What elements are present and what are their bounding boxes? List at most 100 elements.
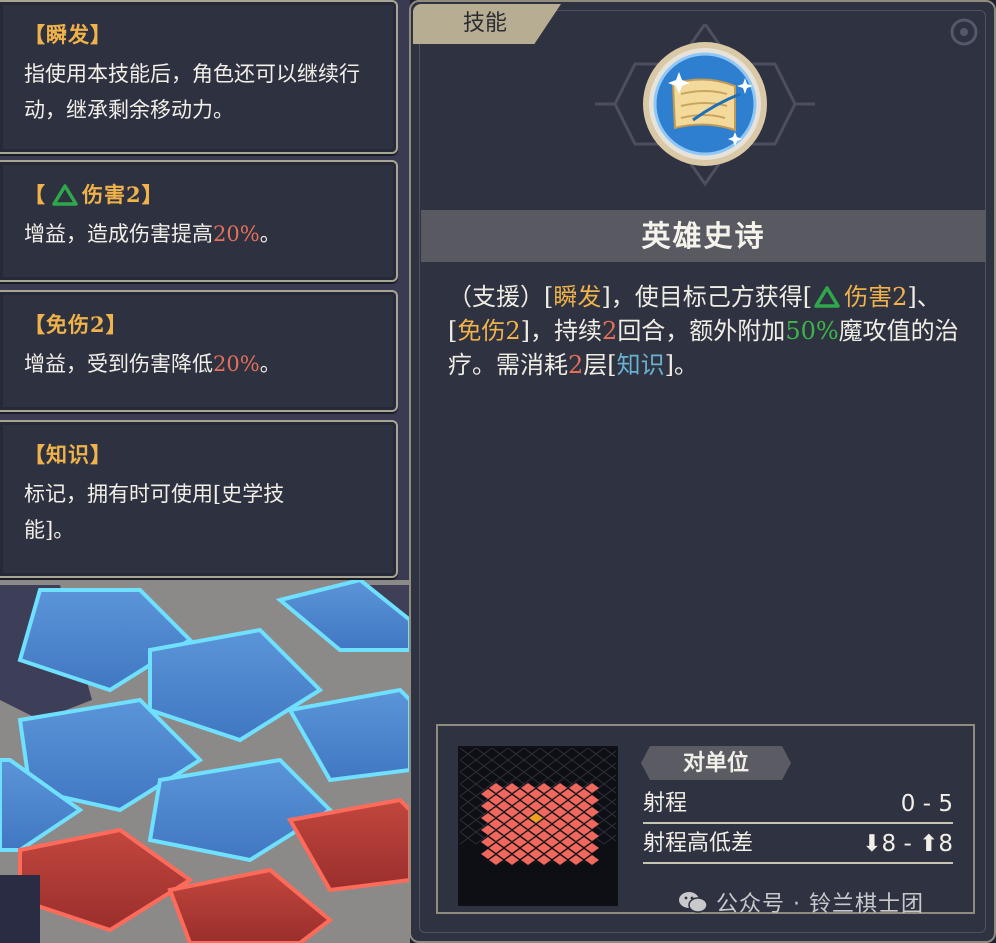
grid-cell: [491, 741, 509, 755]
grid-cell: [571, 753, 589, 767]
grid-cell: [531, 759, 549, 773]
height-diff-label: 射程高低差: [643, 831, 754, 856]
grid-cell: [483, 747, 501, 761]
grid-cell: [451, 771, 469, 785]
grid-cell: [555, 741, 573, 755]
grid-cell: [483, 771, 501, 785]
grid-cell: [587, 753, 605, 767]
tooltip-title: 【免伤2】: [24, 312, 128, 337]
grid-cell: [459, 765, 477, 779]
grid-cell: [531, 771, 549, 785]
grid-cell: [451, 795, 469, 809]
grid-cell: [459, 801, 477, 815]
range-row: 射程 0 - 5: [643, 786, 953, 824]
grid-cell: [467, 747, 485, 761]
tooltip-damage: 【 伤害2】 增益，造成伤害提高20%。: [0, 160, 398, 282]
range-grid: [435, 741, 637, 906]
grid-cell: [595, 783, 613, 797]
tooltip-body: 增益，造成伤害提高20%。: [24, 222, 281, 246]
grid-cell: [459, 789, 477, 803]
grid-cell: [579, 747, 597, 761]
grid-cell: [499, 747, 517, 761]
height-diff-row: 射程高低差 ⬇8 - ⬆8: [643, 826, 953, 864]
tooltip-title: 【知识】: [24, 442, 112, 467]
grid-cell: [475, 765, 493, 779]
green-triangle-icon: [814, 286, 840, 308]
grid-cell: [547, 771, 565, 785]
grid-cell: [451, 819, 469, 833]
grid-cell: [459, 813, 477, 827]
tooltip-body: 标记，拥有时可使用[史学技能]。: [24, 482, 285, 542]
grid-cell: [459, 777, 477, 791]
grid-cell: [579, 771, 597, 785]
range-value: 0 - 5: [900, 791, 953, 817]
grid-cell: [595, 795, 613, 809]
grid-cell: [531, 747, 549, 761]
grid-cell: [467, 759, 485, 773]
grid-cell: [491, 765, 509, 779]
grid-cell: [467, 771, 485, 785]
grid-cell: [507, 741, 525, 755]
grid-cell: [595, 819, 613, 833]
grid-cell: [539, 765, 557, 779]
grid-cell: [563, 747, 581, 761]
tooltip-title: 【瞬发】: [24, 22, 112, 47]
keyword-knowledge[interactable]: 知识: [617, 351, 665, 379]
grid-cell: [499, 759, 517, 773]
watermark-text: 公众号 · 铃兰棋士团: [716, 892, 924, 917]
grid-cell: [507, 765, 525, 779]
grid-cell: [483, 759, 501, 773]
grid-cell: [555, 765, 573, 779]
target-type: 对单位: [641, 746, 791, 780]
heal-percent: 50%: [785, 317, 839, 345]
grid-cell: [571, 765, 589, 779]
skill-panel: 技能 英雄史诗 （支援）[瞬发]，使目标己方获得[伤害2]、[免伤2]，持续2回…: [409, 0, 996, 943]
grid-cell: [563, 759, 581, 773]
scroll-icon: [595, 24, 815, 187]
grid-cell: [587, 765, 605, 779]
grid-cell: [539, 741, 557, 755]
skill-name: 英雄史诗: [421, 210, 986, 262]
grid-cell: [507, 753, 525, 767]
grid-cell: [595, 807, 613, 821]
grid-cell: [587, 741, 605, 755]
range-grid-svg: [435, 741, 637, 865]
grid-cell: [475, 741, 493, 755]
cost-value: 2: [568, 351, 584, 379]
grid-cell: [459, 825, 477, 839]
grid-cell: [515, 747, 533, 761]
height-diff-value: ⬇8 - ⬆8: [862, 831, 953, 857]
grid-cell: [547, 747, 565, 761]
grid-cell: [523, 765, 541, 779]
corner-ornament-icon: [950, 18, 978, 46]
keyword-instant[interactable]: 瞬发: [553, 283, 601, 311]
grid-cell: [451, 783, 469, 797]
grid-cell: [595, 771, 613, 785]
grid-cell: [451, 807, 469, 821]
grid-cell: [563, 771, 581, 785]
watermark: 公众号 · 铃兰棋士团: [678, 886, 924, 918]
grid-cell: [595, 747, 613, 761]
grid-cell: [499, 771, 517, 785]
grid-cell: [595, 759, 613, 773]
grid-cell: [515, 759, 533, 773]
grid-cell: [523, 753, 541, 767]
grid-cell: [475, 753, 493, 767]
grid-cell: [571, 741, 589, 755]
tooltip-damage-reduction: 【免伤2】 增益，受到伤害降低20%。: [0, 290, 398, 412]
grid-cell: [515, 771, 533, 785]
grid-cell: [459, 741, 477, 755]
tooltip-knowledge: 【知识】 标记，拥有时可使用[史学技能]。: [0, 420, 398, 578]
grid-cell: [523, 741, 541, 755]
green-triangle-icon: [52, 184, 78, 206]
grid-cell: [595, 831, 613, 845]
duration-value: 2: [602, 317, 618, 345]
skill-description: （支援）[瞬发]，使目标己方获得[伤害2]、[免伤2]，持续2回合，额外附加50…: [448, 283, 959, 379]
grid-cell: [555, 753, 573, 767]
tooltip-instant: 【瞬发】 指使用本技能后，角色还可以继续行动，继承剩余移动力。: [0, 0, 398, 154]
grid-cell: [459, 753, 477, 767]
grid-cell: [539, 753, 557, 767]
grid-cell: [611, 831, 629, 845]
keyword-damage[interactable]: 伤害2: [844, 283, 907, 311]
keyword-damage-reduction[interactable]: 免伤2: [457, 317, 520, 345]
